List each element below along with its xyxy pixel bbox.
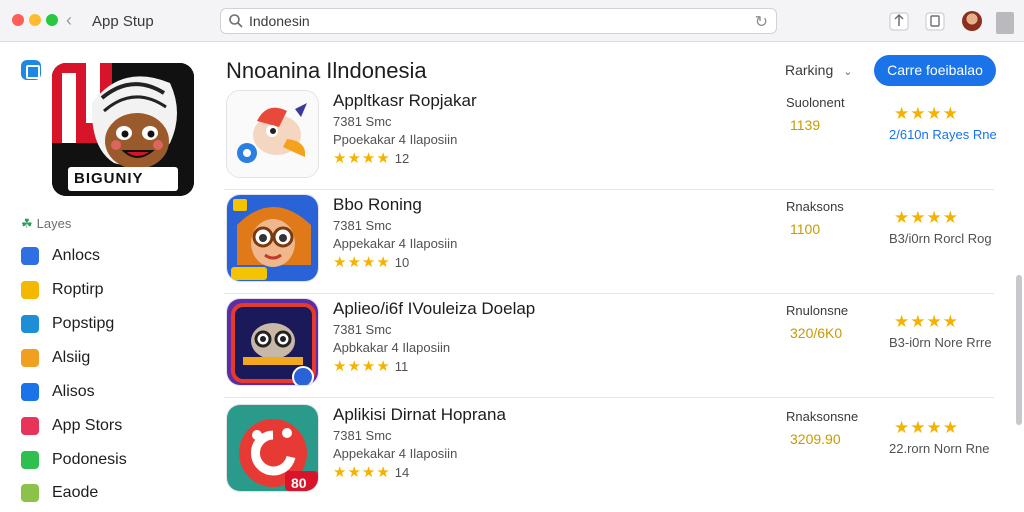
sidebar-item-icon	[21, 315, 39, 333]
sidebar-item-roptirp[interactable]: Roptirp	[21, 277, 201, 303]
sidebar-item-popstipg[interactable]: Popstipg	[21, 311, 201, 337]
rating-stars: ★★★★ 10	[333, 254, 410, 271]
sidebar-item-label: Roptirp	[52, 281, 104, 298]
app-size: 7381 Smc	[333, 428, 392, 443]
sidebar: BIGUNIY ☘ Layes Anlocs Roptirp Popstipg A…	[0, 43, 205, 512]
sidebar-item-app-stors[interactable]: App Stors	[21, 413, 201, 439]
app-icon-badge: 80	[291, 475, 307, 491]
featured-banner-text: BIGUNIY	[74, 170, 144, 187]
app-row[interactable]: Aplieo/i6f IVouleiza Doelap 7381 Smc Apb…	[224, 294, 994, 398]
rating-stars: ★★★★ 14	[333, 464, 410, 481]
search-bar[interactable]: ↻	[220, 8, 777, 34]
app-icon[interactable]: 80	[226, 404, 319, 492]
sidebar-item-icon	[21, 281, 39, 299]
search-input[interactable]	[249, 12, 749, 30]
back-chevron-icon[interactable]: ‹	[66, 10, 72, 31]
sidebar-item-anlocs[interactable]: Anlocs	[21, 243, 201, 269]
review-stars: ★★★★	[894, 312, 959, 331]
app-name[interactable]: Appltkasr Ropjakar	[333, 91, 477, 111]
sort-dropdown[interactable]: Rarking ⌄	[785, 62, 852, 78]
sidebar-item-label: Eaode	[52, 484, 99, 501]
app-size: 7381 Smc	[333, 218, 392, 233]
sidebar-item-icon	[21, 349, 39, 367]
rating-count: 12	[394, 151, 410, 166]
app-row[interactable]: 80 Aplikisi Dirnat Hoprana 7381 Smc Appe…	[224, 400, 994, 504]
sidebar-item-eaode[interactable]: Eaode	[21, 480, 201, 506]
review-stars: ★★★★	[894, 208, 959, 227]
rating-count: 10	[394, 255, 410, 270]
app-row[interactable]: Bbo Roning 7381 Smc Appekakar 4 Ilaposii…	[224, 190, 994, 294]
sidebar-item-label: Podonesis	[52, 451, 127, 468]
app-title: App Stup	[92, 13, 154, 30]
sidebar-section-label: ☘ Layes	[21, 216, 72, 231]
app-size: 7381 Smc	[333, 322, 392, 337]
app-icon[interactable]	[226, 298, 319, 386]
sidebar-item-label: Alsiig	[52, 349, 91, 366]
sidebar-item-alisos[interactable]: Alisos	[21, 379, 201, 405]
app-developer: Appekakar 4 Ilaposiin	[333, 446, 458, 461]
page-title: Nnoanina Ilndonesia	[226, 58, 427, 83]
scrollbar[interactable]	[1016, 275, 1022, 425]
reviews-text: B3-i0rn Nore Rrre	[889, 335, 992, 350]
sidebar-item-icon	[21, 484, 39, 502]
bird-icon	[227, 91, 318, 177]
share-icon[interactable]	[888, 10, 910, 32]
minimize-window-button[interactable]	[29, 14, 41, 26]
download-icon[interactable]	[924, 10, 946, 32]
meta-value: 3209.90	[790, 431, 841, 447]
featured-app-image[interactable]: BIGUNIY	[52, 63, 194, 196]
meta-label: Rnaksons	[786, 199, 844, 214]
rating-stars: ★★★★ 11	[333, 358, 409, 375]
sidebar-item-label: App Stors	[52, 417, 123, 434]
title-bar: ‹ App Stup ↻	[0, 0, 1024, 42]
meta-label: Suolonent	[786, 95, 845, 110]
leaf-icon: ☘	[21, 216, 33, 231]
menu-icon[interactable]	[996, 12, 1014, 34]
review-stars: ★★★★	[894, 418, 959, 437]
close-window-button[interactable]	[12, 14, 24, 26]
reviews-text: 22.rorn Norn Rne	[889, 441, 990, 456]
user-avatar[interactable]	[962, 11, 982, 31]
character-girl-icon	[227, 195, 318, 281]
app-developer: Appekakar 4 Ilaposiin	[333, 236, 458, 251]
sidebar-item-podonesis[interactable]: Podonesis	[21, 447, 201, 473]
rating-count: 11	[394, 359, 409, 374]
zoom-window-button[interactable]	[46, 14, 58, 26]
sidebar-item-icon	[21, 417, 39, 435]
reviews-link[interactable]: 2/610n Rayes Rne	[889, 127, 997, 142]
sidebar-item-label: Anlocs	[52, 247, 101, 264]
primary-action-button[interactable]: Carre foeibalao	[874, 55, 996, 86]
sidebar-item-icon	[21, 247, 39, 265]
app-name[interactable]: Bbo Roning	[333, 195, 422, 215]
app-developer: Apbkakar 4 Ilaposiin	[333, 340, 451, 355]
meta-value: 320/6K0	[790, 325, 843, 341]
app-name[interactable]: Aplieo/i6f IVouleiza Doelap	[333, 299, 535, 319]
rating-stars: ★★★★ 12	[333, 150, 410, 167]
sidebar-item-label: Alisos	[52, 383, 95, 400]
app-row[interactable]: Appltkasr Ropjakar 7381 Smc Ppoekakar 4 …	[224, 86, 997, 190]
sort-label: Rarking	[785, 62, 834, 78]
app-developer: Ppoekakar 4 Ilaposiin	[333, 132, 458, 147]
review-stars: ★★★★	[894, 104, 959, 123]
sidebar-item-icon	[21, 383, 39, 401]
store-home-icon[interactable]	[21, 60, 41, 80]
rating-count: 14	[394, 465, 410, 480]
app-icon[interactable]	[226, 90, 319, 178]
chevron-down-icon: ⌄	[843, 66, 853, 78]
meta-value: 1139	[790, 117, 821, 133]
meta-label: Rnaksonsne	[786, 409, 859, 424]
reviews-text: B3/i0rn Rorcl Rog	[889, 231, 992, 246]
meta-value: 1100	[790, 221, 821, 237]
sidebar-item-icon	[21, 451, 39, 469]
app-size: 7381 Smc	[333, 114, 392, 129]
robot-icon	[227, 299, 318, 385]
app-icon[interactable]	[226, 194, 319, 282]
app-name[interactable]: Aplikisi Dirnat Hoprana	[333, 405, 506, 425]
search-icon	[229, 14, 243, 28]
sidebar-item-alsiig[interactable]: Alsiig	[21, 345, 201, 371]
sidebar-item-label: Popstipg	[52, 315, 115, 332]
reload-icon[interactable]: ↻	[755, 12, 768, 32]
meta-label: Rnulonsne	[786, 303, 849, 318]
